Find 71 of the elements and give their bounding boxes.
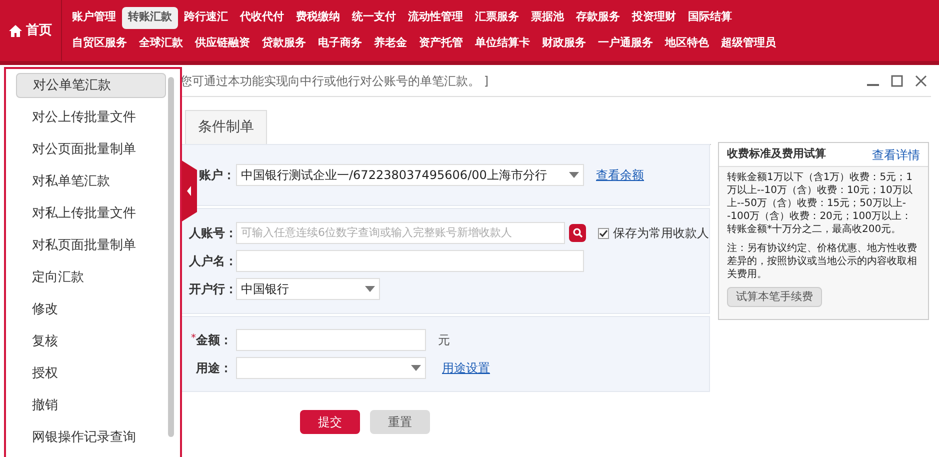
menu-item[interactable]: 对公页面批量制单: [16, 137, 166, 162]
payee-name-label: 人户名：: [189, 253, 232, 270]
caret-icon: [569, 172, 579, 178]
payer-label: 账户：: [199, 167, 232, 184]
close-icon[interactable]: [915, 74, 927, 86]
nav-tab[interactable]: 跨行速汇: [178, 6, 234, 28]
menu-item[interactable]: 对公单笔汇款: [16, 73, 166, 98]
nav-tab[interactable]: 全球汇款: [133, 32, 189, 54]
nav-tab[interactable]: 自贸区服务: [66, 32, 133, 54]
purpose-settings-link[interactable]: 用途设置: [442, 359, 490, 377]
nav-tab[interactable]: 汇票服务: [469, 6, 525, 28]
caret-icon: [365, 286, 375, 292]
payee-name-field[interactable]: [236, 250, 584, 272]
payee-bank-label: 开户行：: [189, 281, 232, 298]
nav-tab[interactable]: 地区特色: [659, 32, 715, 54]
menu-item[interactable]: 定向汇款: [16, 265, 166, 290]
nav-tab[interactable]: 统一支付: [346, 6, 402, 28]
menu-item[interactable]: 对私页面批量制单: [16, 233, 166, 258]
nav-tab[interactable]: 贷款服务: [256, 32, 312, 54]
nav-tab[interactable]: 财政服务: [536, 32, 592, 54]
nav-tab[interactable]: 单位结算卡: [469, 32, 536, 54]
submit-button[interactable]: 提交: [300, 410, 360, 434]
nav-tab[interactable]: 账户管理: [66, 6, 122, 28]
nav-tab[interactable]: 存款服务: [570, 6, 626, 28]
amount-label: 金额：: [196, 332, 232, 349]
search-button[interactable]: [569, 224, 586, 242]
view-balance-link[interactable]: 查看余额: [596, 166, 644, 184]
currency-unit: 元: [438, 332, 450, 349]
maximize-icon[interactable]: [891, 74, 903, 86]
fee-panel-title: 收费标准及费用试算: [727, 146, 826, 162]
amount-field[interactable]: [236, 329, 426, 351]
home-icon: [9, 24, 22, 36]
menu-item[interactable]: 对私单笔汇款: [16, 169, 166, 194]
scrollbar[interactable]: [168, 77, 174, 437]
menu-item[interactable]: 撤销: [16, 393, 166, 418]
collapse-tab-icon[interactable]: [181, 160, 197, 222]
menu-item[interactable]: 对私上传批量文件: [16, 201, 166, 226]
calculate-fee-button[interactable]: 试算本笔手续费: [727, 287, 822, 307]
nav-tab[interactable]: 一户通服务: [592, 32, 659, 54]
form-tab[interactable]: 条件制单: [185, 110, 267, 144]
nav-tab[interactable]: 费税缴纳: [290, 6, 346, 28]
home-tab[interactable]: 首页: [0, 0, 62, 61]
nav-tab[interactable]: 转账汇款: [122, 6, 178, 28]
menu-item[interactable]: 网银操作记录查询: [16, 425, 166, 450]
payee-bank-select[interactable]: 中国银行: [236, 278, 380, 300]
nav-tab[interactable]: 代收代付: [234, 6, 290, 28]
reset-button[interactable]: 重置: [370, 410, 430, 434]
nav-tab[interactable]: 投资理财: [626, 6, 682, 28]
menu-item[interactable]: 对公上传批量文件: [16, 105, 166, 130]
nav-tab[interactable]: 养老金: [368, 32, 413, 54]
save-payee-checkbox[interactable]: [598, 228, 609, 238]
payer-account-select[interactable]: 中国银行测试企业一/672238037495606/00上海市分行: [236, 164, 584, 186]
nav-tab[interactable]: 票据池: [525, 6, 570, 28]
nav-tab[interactable]: 供应链融资: [189, 32, 256, 54]
nav-tab[interactable]: 国际结算: [682, 6, 738, 28]
fee-standard-text: 转账金额1万以下（含1万）收费：5元；1万以上--10万（含）收费：10元；10万以上--50万（含）收费：15元；50万以上--100万（含）收费：20元；100万以上：转账金额*十万分之二，最高收200元。: [727, 171, 914, 236]
save-payee-label: 保存为常用收款人: [613, 225, 709, 242]
payee-account-label: 人账号：: [189, 225, 232, 242]
nav-tab[interactable]: 电子商务: [312, 32, 368, 54]
purpose-label: 用途：: [195, 360, 232, 377]
menu-item[interactable]: 授权: [16, 361, 166, 386]
required-mark: *: [191, 332, 196, 346]
caret-icon: [411, 365, 421, 371]
nav-tab[interactable]: 超级管理员: [715, 32, 782, 54]
nav-tab[interactable]: 资产托管: [413, 32, 469, 54]
nav-tab[interactable]: 流动性管理: [402, 6, 469, 28]
fee-note-text: 注：另有协议约定、价格优惠、地方性收费差异的，按照协议或当地公示的内容收取相关费用。: [727, 242, 918, 281]
menu-item[interactable]: 复核: [16, 329, 166, 354]
menu-item[interactable]: 修改: [16, 297, 166, 322]
view-details-link[interactable]: 查看详情: [872, 146, 920, 164]
search-icon: [572, 228, 582, 238]
